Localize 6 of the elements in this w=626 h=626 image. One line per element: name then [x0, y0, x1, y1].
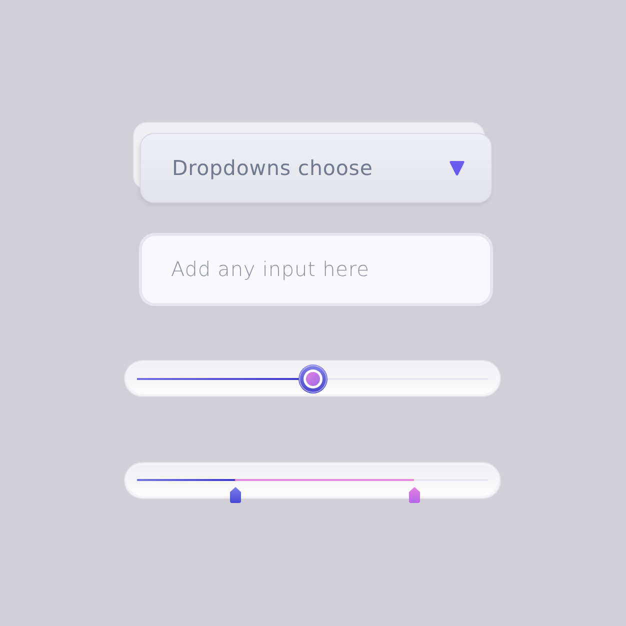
range-thumb[interactable]: [230, 487, 241, 503]
caret-icon: [449, 160, 465, 176]
slider-thumb[interactable]: [298, 364, 328, 394]
input-field[interactable]: Add any input here: [139, 233, 493, 306]
dropdown-select[interactable]: Dropdowns choose: [140, 133, 492, 203]
range-thumb[interactable]: [408, 487, 420, 503]
